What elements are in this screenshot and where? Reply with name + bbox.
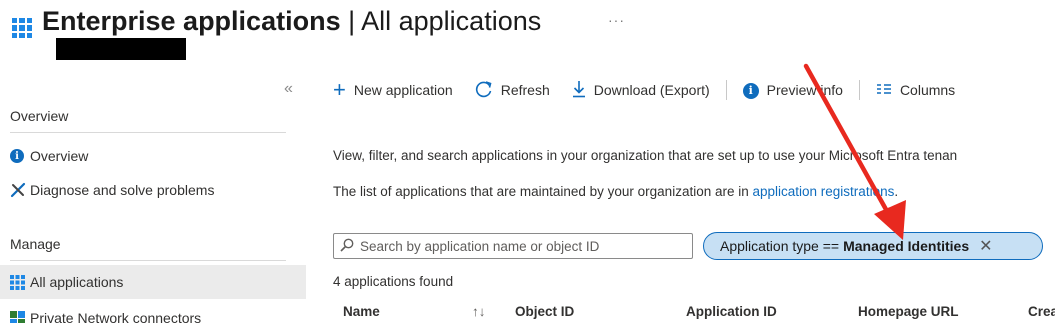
- connector-icon: [0, 310, 30, 323]
- sidebar-divider: [10, 260, 286, 261]
- refresh-label: Refresh: [500, 82, 550, 98]
- sidebar: « Overview i Overview Diagnose and solve…: [0, 78, 306, 323]
- columns-button[interactable]: Columns: [876, 82, 955, 99]
- more-options-button[interactable]: ···: [608, 12, 625, 28]
- sidebar-item-private-network-connectors[interactable]: Private Network connectors: [0, 301, 306, 323]
- description-line-1: View, filter, and search applications in…: [333, 148, 958, 163]
- sidebar-item-overview[interactable]: i Overview: [0, 139, 306, 173]
- filter-prefix: Application type ==: [720, 238, 840, 254]
- enterprise-apps-icon: [12, 18, 32, 38]
- columns-label: Columns: [899, 82, 956, 98]
- page-title-rest: | All applications: [340, 6, 542, 36]
- wrench-icon: [0, 182, 30, 198]
- page-header: Enterprise applications | All applicatio…: [12, 4, 712, 60]
- download-icon: [572, 80, 586, 101]
- download-export-button[interactable]: Download (Export): [572, 80, 710, 101]
- page-title-bold: Enterprise applications: [42, 6, 341, 36]
- sidebar-item-label: Diagnose and solve problems: [30, 182, 215, 198]
- sidebar-item-label: Private Network connectors: [30, 310, 202, 323]
- page-title: Enterprise applications | All applicatio…: [42, 6, 541, 37]
- sidebar-section-manage: Manage: [10, 236, 61, 252]
- preview-info-button[interactable]: i Preview info: [742, 81, 843, 99]
- description-period: .: [894, 184, 899, 199]
- grid-icon: [0, 274, 30, 290]
- columns-icon: [876, 82, 892, 99]
- preview-info-label: Preview info: [766, 82, 843, 98]
- column-header-name[interactable]: Name: [343, 304, 380, 319]
- results-count: 4 applications found: [333, 274, 454, 289]
- toolbar-divider: [725, 80, 727, 100]
- filter-value: Managed Identities: [843, 238, 970, 254]
- sidebar-item-diagnose[interactable]: Diagnose and solve problems: [0, 173, 306, 207]
- application-type-filter-pill[interactable]: Application type == Managed Identities ✕: [703, 232, 1043, 260]
- sidebar-section-overview: Overview: [10, 108, 69, 124]
- info-icon: i: [0, 149, 30, 163]
- redacted-tenant-name: [56, 38, 186, 60]
- search-icon: [340, 238, 354, 255]
- collapse-sidebar-button[interactable]: «: [284, 80, 293, 98]
- sidebar-item-label: Overview: [30, 148, 89, 164]
- sidebar-divider: [10, 132, 286, 133]
- column-header-application-id[interactable]: Application ID: [686, 304, 777, 319]
- sidebar-item-label: All applications: [30, 274, 124, 290]
- info-icon: i: [742, 81, 759, 99]
- close-icon[interactable]: ✕: [979, 236, 992, 256]
- command-bar: + New application Refresh Download (Expo…: [333, 78, 1055, 102]
- search-input[interactable]: [360, 238, 680, 254]
- new-application-button[interactable]: + New application: [333, 79, 453, 101]
- application-registrations-link[interactable]: application registrations: [753, 184, 895, 199]
- plus-icon: +: [333, 77, 346, 102]
- column-header-created[interactable]: Crea: [1028, 304, 1055, 319]
- column-header-homepage-url[interactable]: Homepage URL: [858, 304, 959, 319]
- sidebar-item-all-applications[interactable]: All applications: [0, 265, 306, 299]
- new-application-label: New application: [353, 82, 453, 98]
- column-header-object-id[interactable]: Object ID: [515, 304, 574, 319]
- toolbar-divider: [858, 80, 860, 100]
- search-box: [333, 233, 693, 259]
- description-line-2: The list of applications that are mainta…: [333, 184, 898, 199]
- description-text: The list of applications that are mainta…: [333, 184, 753, 199]
- download-export-label: Download (Export): [593, 82, 710, 98]
- refresh-button[interactable]: Refresh: [475, 80, 550, 101]
- sort-icon[interactable]: ↑↓: [472, 304, 486, 319]
- refresh-icon: [475, 80, 493, 101]
